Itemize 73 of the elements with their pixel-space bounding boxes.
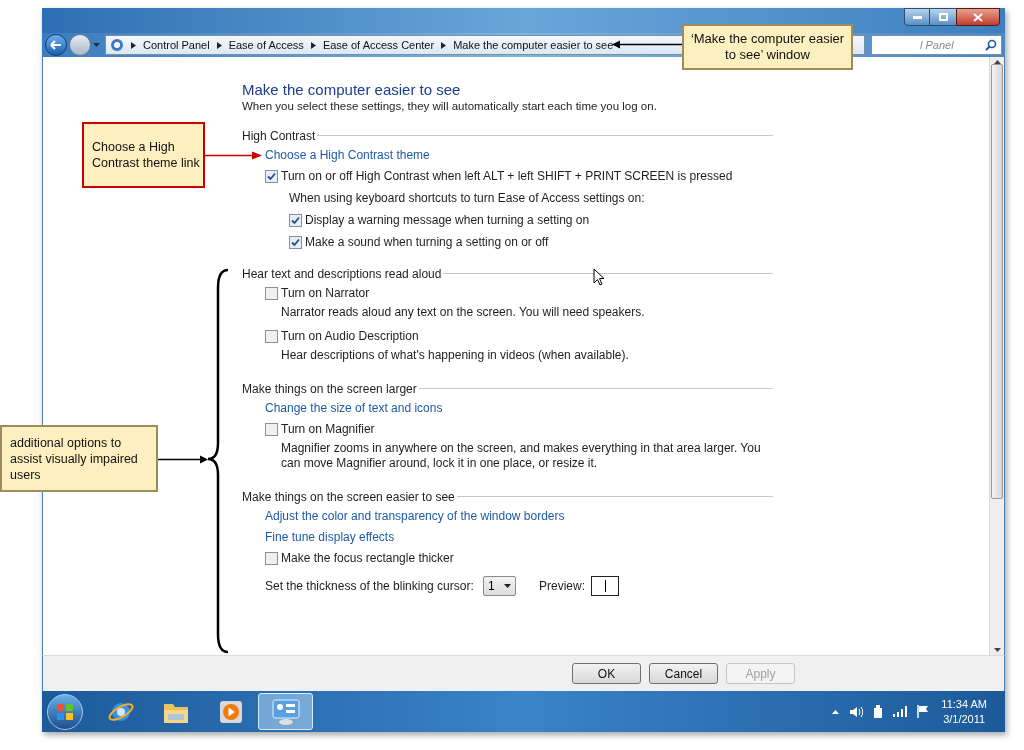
- minimize-button[interactable]: [904, 8, 930, 26]
- link[interactable]: Fine tune display effects: [265, 527, 395, 546]
- checkbox-label[interactable]: Turn on Audio Description: [281, 327, 419, 345]
- breadcrumb[interactable]: Ease of Access: [228, 36, 304, 54]
- dialog-button[interactable]: Cancel: [649, 663, 718, 684]
- description-text: Hear descriptions of what's happening in videos (when available).: [281, 348, 630, 363]
- checkbox-label[interactable]: Turn on Magnifier: [281, 420, 375, 438]
- description-text: Magnifier zooms in anywhere on the screen, and makes everything in that area larger. You can move Magnifier around, lock it in one place, or resize it.: [281, 441, 762, 471]
- windows-logo-icon: [56, 702, 74, 721]
- caret-icon: [504, 584, 511, 588]
- taskbar-button[interactable]: [258, 693, 313, 730]
- cursor-preview: [591, 576, 619, 596]
- callout-tooltip: ‘Make the computer easier to see’ window: [682, 24, 853, 70]
- mouse-pointer-icon: [593, 268, 605, 286]
- leader-arrow: [612, 40, 682, 49]
- link[interactable]: Change the size of text and icons: [265, 398, 443, 417]
- caret-icon[interactable]: [93, 43, 100, 47]
- link[interactable]: Choose a High Contrast theme: [265, 145, 430, 164]
- check-icon: [267, 171, 276, 181]
- signal-icon[interactable]: [893, 706, 908, 717]
- dialog-button[interactable]: OK: [572, 663, 641, 684]
- back-button[interactable]: [45, 34, 67, 56]
- chevron-icon[interactable]: [131, 41, 136, 49]
- checkbox[interactable]: [265, 169, 278, 183]
- checkbox[interactable]: [265, 286, 278, 300]
- show-hidden-icon[interactable]: [832, 709, 840, 714]
- flag-icon[interactable]: [917, 705, 930, 718]
- checkbox-label[interactable]: Make a sound when turning a setting on or off: [305, 233, 549, 251]
- scrollbar[interactable]: [989, 57, 1004, 655]
- scroll-down-icon[interactable]: [993, 648, 1001, 652]
- start-button[interactable]: [47, 693, 83, 730]
- checkbox[interactable]: [289, 213, 302, 227]
- check-icon: [291, 215, 300, 225]
- close-icon: [973, 12, 983, 22]
- note-text: When using keyboard shortcuts to turn Ease of Access settings on:: [289, 190, 645, 207]
- callout-tooltip: Choose a High Contrast theme link: [82, 122, 205, 188]
- callout-tooltip: additional options to assist visually impaired users: [0, 425, 158, 492]
- cursor-thickness-label: Set the thickness of the blinking cursor:: [265, 578, 475, 595]
- checkbox[interactable]: [265, 422, 278, 436]
- leader-arrow: [205, 151, 262, 160]
- speaker-icon[interactable]: [849, 705, 864, 718]
- checkbox-label[interactable]: Display a warning message when turning a setting on: [305, 211, 590, 229]
- breadcrumb[interactable]: Control Panel: [143, 36, 210, 54]
- search-icon[interactable]: [985, 39, 997, 51]
- chevron-icon[interactable]: [441, 41, 447, 49]
- breadcrumb[interactable]: Ease of Access Center: [322, 36, 435, 54]
- section-title: High Contrast: [242, 127, 316, 145]
- close-button[interactable]: [956, 8, 1000, 26]
- section-title: Make things on the screen larger: [242, 380, 417, 398]
- page-subheading: When you select these settings, they will automatically start each time you log on.: [242, 99, 658, 113]
- checkbox-label[interactable]: Turn on Narrator: [281, 284, 370, 302]
- checkbox-label[interactable]: Make the focus rectangle thicker: [281, 549, 454, 567]
- checkbox[interactable]: [265, 551, 278, 565]
- chevron-icon[interactable]: [310, 41, 316, 49]
- checkbox[interactable]: [289, 235, 302, 249]
- clock[interactable]: 11:34 AM 3/1/2011: [941, 696, 987, 727]
- search-field[interactable]: l Panel: [871, 35, 1002, 55]
- checkbox[interactable]: [265, 329, 278, 343]
- chevron-icon[interactable]: [216, 41, 222, 49]
- check-icon: [291, 237, 300, 247]
- leader-arrow: [158, 455, 208, 464]
- page-heading: Make the computer easier to see: [242, 81, 462, 99]
- checkbox-label[interactable]: Turn on or off High Contrast when left ALT + left SHIFT + PRINT SCREEN is pressed: [281, 167, 733, 185]
- breadcrumb[interactable]: Make the computer easier to see: [453, 36, 614, 54]
- maximize-button[interactable]: [930, 8, 956, 26]
- preview-label: Preview:: [539, 578, 585, 595]
- section-title: Make things on the screen easier to see: [242, 488, 455, 506]
- back-arrow-icon: [50, 40, 62, 50]
- description-text: Narrator reads aloud any text on the screen. You will need speakers.: [281, 305, 646, 320]
- section-title: Hear text and descriptions read aloud: [242, 265, 442, 283]
- play-icon: [218, 699, 243, 724]
- thickness-dropdown[interactable]: 1: [483, 576, 516, 596]
- link[interactable]: Adjust the color and transparency of the window borders: [265, 506, 565, 525]
